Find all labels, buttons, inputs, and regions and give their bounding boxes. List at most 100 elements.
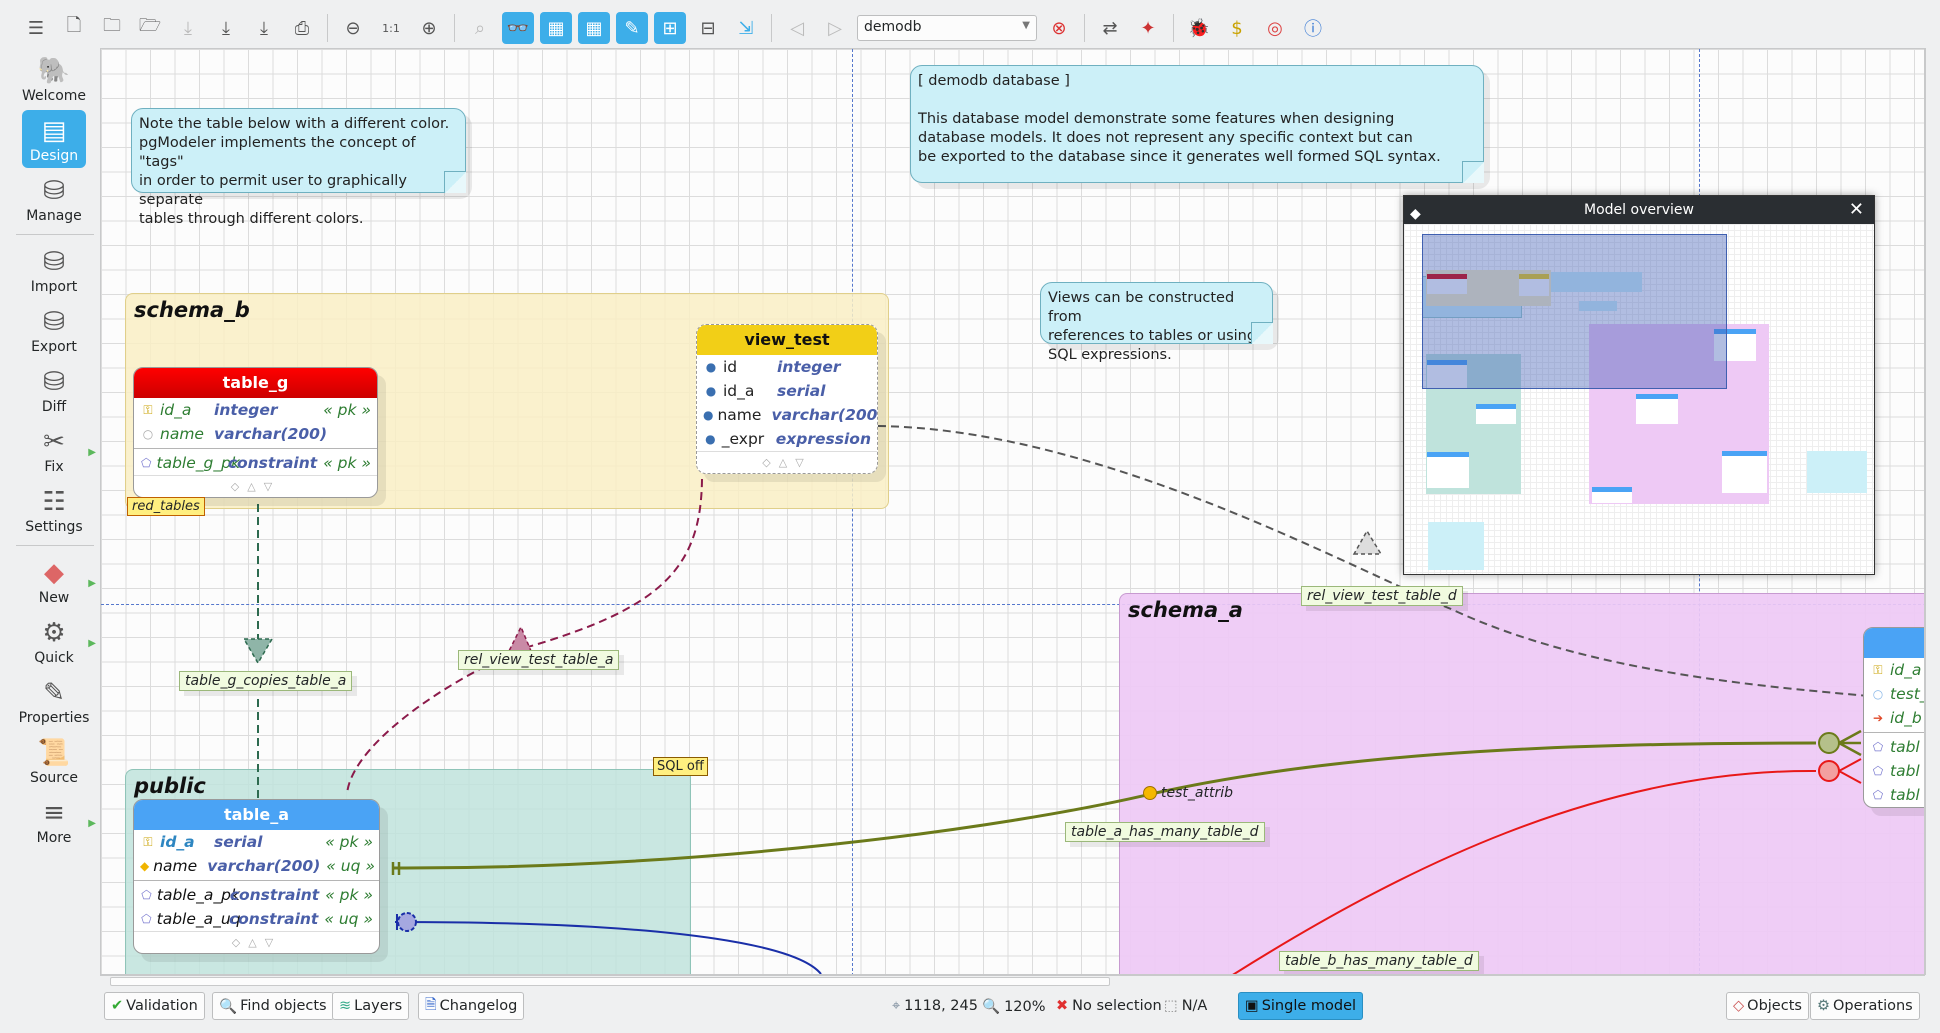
layers-button[interactable]: ≋ Layers bbox=[332, 992, 410, 1020]
objects-icon: ◇ bbox=[1733, 998, 1745, 1014]
cardinality-circle bbox=[397, 912, 417, 932]
zoom-normal-icon[interactable]: 1:1 bbox=[375, 12, 407, 44]
column-type: varchar(200) bbox=[207, 857, 321, 875]
vertical-scrollbar[interactable] bbox=[1925, 48, 1938, 975]
sidebar-item-design[interactable]: ▤ Design bbox=[22, 110, 86, 168]
sidebar-item-fix[interactable]: ✂ Fix ▶ bbox=[10, 421, 98, 479]
constraint-row[interactable]: ⬠ tabl bbox=[1864, 783, 1924, 807]
rel-label-rel-view-test-table-a[interactable]: rel_view_test_table_a bbox=[458, 650, 620, 670]
changelog-button[interactable]: 🗎 Changelog bbox=[418, 992, 525, 1020]
horizontal-scrollbar[interactable] bbox=[100, 975, 1925, 987]
view-column-row[interactable]: ● name varchar(200) bbox=[697, 403, 877, 427]
table-footer-toggle[interactable]: ◇△▽ bbox=[697, 451, 877, 473]
column-row[interactable]: ➔ id_b bbox=[1864, 706, 1924, 730]
note-demodb[interactable]: [ demodb database ] This database model … bbox=[910, 65, 1484, 183]
zoom-in-icon[interactable]: ⊕ bbox=[413, 12, 445, 44]
table-footer-toggle[interactable]: ◇△▽ bbox=[134, 931, 379, 953]
sidebar-item-new[interactable]: ◆ New ▶ bbox=[10, 552, 98, 610]
compact-view-icon[interactable]: ⇲ bbox=[730, 12, 762, 44]
save-model-icon[interactable]: ⤓ bbox=[172, 12, 204, 44]
toolbar-separator bbox=[771, 14, 772, 42]
column-key: « pk » bbox=[325, 833, 373, 851]
align-to-grid-icon[interactable]: ⊞ bbox=[654, 12, 686, 44]
table-table-g[interactable]: table_g ⚿ id_a integer « pk » ○ name varchar(… bbox=[133, 367, 378, 498]
sidebar-item-import[interactable]: ⛁ Import bbox=[10, 241, 98, 299]
forward-icon[interactable]: ▷ bbox=[819, 12, 851, 44]
sidebar-item-diff[interactable]: ⛁ Diff bbox=[10, 361, 98, 419]
rel-label-rel-view-test-table-d[interactable]: rel_view_test_table_d bbox=[1301, 586, 1463, 606]
welcome-icon: 🐘 bbox=[37, 56, 71, 86]
constraint-row[interactable]: ⬠ table_a_pk constraint « pk » bbox=[134, 883, 379, 907]
about-icon[interactable]: ⓘ bbox=[1297, 12, 1329, 44]
sidebar-item-welcome[interactable]: 🐘 Welcome bbox=[10, 50, 98, 108]
table-table-a[interactable]: table_a ⚿ id_a serial « pk » ◆ name varchar(2… bbox=[133, 799, 380, 954]
column-row[interactable]: ○ test_ bbox=[1864, 682, 1924, 706]
operations-button[interactable]: ⚙ Operations bbox=[1810, 992, 1920, 1020]
sidebar-item-quick[interactable]: ⚙ Quick ▶ bbox=[10, 612, 98, 670]
table-table-d[interactable]: ⚿ id_a ○ test_ ➔ id_b ⬠ tabl ⬠ tabl ⬠ tabl bbox=[1863, 627, 1924, 808]
column-row[interactable]: ○ name varchar(200) bbox=[134, 422, 377, 446]
overview-minimap[interactable] bbox=[1404, 224, 1874, 574]
toolbar-separator bbox=[1084, 14, 1085, 42]
arrange-objects-icon[interactable]: ⊟ bbox=[692, 12, 724, 44]
note-views[interactable]: Views can be constructed from references… bbox=[1040, 282, 1273, 363]
column-row[interactable]: ⚿ id_a serial « pk » bbox=[134, 830, 379, 854]
back-icon[interactable]: ◁ bbox=[781, 12, 813, 44]
model-overview-window[interactable]: ◆ Model overview ✕ bbox=[1403, 195, 1875, 575]
constraint-icon: ⬠ bbox=[141, 912, 152, 926]
scrollbar-handle[interactable] bbox=[110, 977, 1110, 986]
print-icon[interactable]: ⎙ bbox=[286, 12, 318, 44]
show-delimiters-icon[interactable]: ▦ bbox=[578, 12, 610, 44]
open-model-icon[interactable]: 🗁 bbox=[134, 12, 166, 44]
view-column-row[interactable]: ● id_a serial bbox=[697, 379, 877, 403]
note-tags[interactable]: Note the table below with a different co… bbox=[131, 108, 466, 227]
save-all-icon[interactable]: ⤓ bbox=[248, 12, 280, 44]
donate-icon[interactable]: $ bbox=[1221, 12, 1253, 44]
rel-label-table-g-copies-table-a[interactable]: table_g_copies_table_a bbox=[179, 671, 353, 691]
column-row[interactable]: ◆ name varchar(200) « uq » bbox=[134, 854, 379, 878]
main-menu-icon[interactable]: ☰ bbox=[20, 12, 52, 44]
view-column-row[interactable]: ● _expr expression bbox=[697, 427, 877, 451]
support-icon[interactable]: ◎ bbox=[1259, 12, 1291, 44]
plugins-icon[interactable]: ✦ bbox=[1132, 12, 1164, 44]
sidebar-item-manage[interactable]: ⛁ Manage bbox=[10, 170, 98, 228]
overview-toggle-icon[interactable]: 👓 bbox=[502, 12, 534, 44]
table-footer-toggle[interactable]: ◇△▽ bbox=[134, 475, 377, 497]
view-rel-triangle-icon bbox=[507, 625, 533, 652]
rel-label-table-b-has-many-table-d[interactable]: table_b_has_many_table_d bbox=[1279, 951, 1479, 971]
zoom-out-icon[interactable]: ⊖ bbox=[337, 12, 369, 44]
recent-models-icon[interactable]: 🗀 bbox=[96, 12, 128, 44]
overview-titlebar[interactable]: ◆ Model overview ✕ bbox=[1404, 196, 1874, 224]
close-model-icon[interactable]: ⊗ bbox=[1043, 12, 1075, 44]
minimap-viewport[interactable] bbox=[1422, 234, 1727, 389]
lock-delimiters-icon[interactable]: ✎ bbox=[616, 12, 648, 44]
constraint-row[interactable]: ⬠ tabl bbox=[1864, 735, 1924, 759]
column-row[interactable]: ⚿ id_a integer « pk » bbox=[134, 398, 377, 422]
new-model-icon[interactable]: 🗋 bbox=[58, 12, 90, 44]
column-circle-icon: ● bbox=[705, 432, 716, 446]
sidebar-item-more[interactable]: ≡ More ▶ bbox=[10, 792, 98, 850]
constraint-row[interactable]: ⬠ table_g_pk constraint « pk » bbox=[134, 451, 377, 475]
sidebar-item-properties[interactable]: ✎ Properties bbox=[10, 672, 98, 730]
column-circle-icon: ○ bbox=[142, 427, 154, 441]
sidebar-item-settings[interactable]: ☷ Settings bbox=[10, 481, 98, 539]
single-model-button[interactable]: ▣ Single model bbox=[1238, 992, 1364, 1020]
sidebar-item-export[interactable]: ⛁ Export bbox=[10, 301, 98, 359]
close-icon[interactable]: ✕ bbox=[1849, 196, 1864, 224]
adjust-zoom-icon[interactable]: ⌕ bbox=[464, 12, 496, 44]
sidebar-item-source[interactable]: 📜 Source bbox=[10, 732, 98, 790]
validation-button[interactable]: ✔ Validation bbox=[104, 992, 205, 1020]
constraint-row[interactable]: ⬠ table_a_uq constraint « uq » bbox=[134, 907, 379, 931]
view-view-test[interactable]: view_test ● id integer ● id_a serial ● name va… bbox=[696, 324, 878, 474]
model-select[interactable]: demodb ▼ bbox=[857, 15, 1037, 41]
objects-button[interactable]: ◇ Objects bbox=[1726, 992, 1809, 1020]
column-row[interactable]: ⚿ id_a bbox=[1864, 658, 1924, 682]
bug-report-icon[interactable]: 🐞 bbox=[1183, 12, 1215, 44]
show-grid-icon[interactable]: ▦ bbox=[540, 12, 572, 44]
save-as-icon[interactable]: ⤓ bbox=[210, 12, 242, 44]
constraint-row[interactable]: ⬠ tabl bbox=[1864, 759, 1924, 783]
import-export-icon[interactable]: ⇄ bbox=[1094, 12, 1126, 44]
view-column-row[interactable]: ● id integer bbox=[697, 355, 877, 379]
rel-label-table-a-has-many-table-d[interactable]: table_a_has_many_table_d bbox=[1065, 822, 1265, 842]
find-objects-button[interactable]: 🔍 Find objects bbox=[212, 992, 334, 1020]
